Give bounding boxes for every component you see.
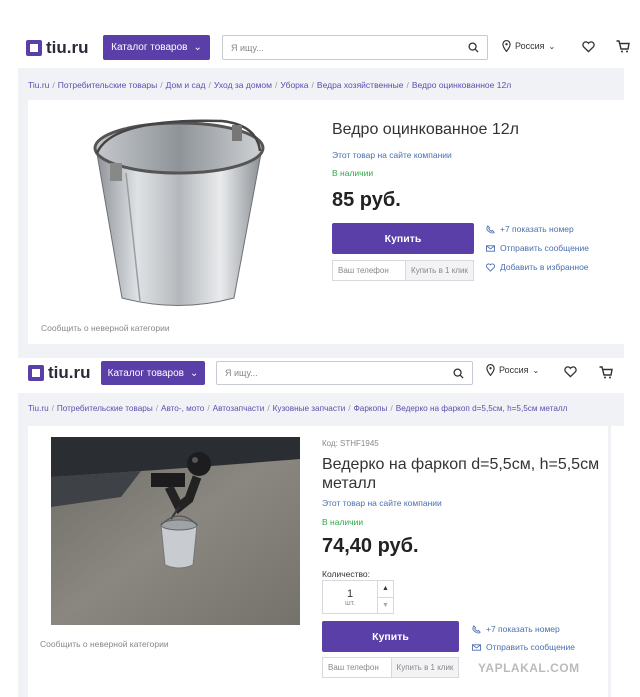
show-phone-link[interactable]: +7 показать номер (472, 624, 560, 634)
catalog-label: Каталог товаров (111, 42, 188, 53)
logo-text: tiu.ru (46, 38, 89, 57)
site-logo[interactable]: tiu.ru (28, 363, 91, 383)
region-selector[interactable]: Россия ⌄ (486, 364, 539, 376)
buy-button[interactable]: Купить (332, 223, 474, 254)
search-placeholder: Я ищу... (231, 42, 264, 53)
quantity-value: 1 (346, 587, 354, 600)
add-to-favorites-link[interactable]: Добавить в избранное (486, 262, 589, 272)
phone-icon (486, 224, 495, 234)
catalog-label: Каталог товаров (107, 367, 184, 379)
breadcrumb-item[interactable]: Tiu.ru (28, 80, 49, 90)
catalog-button[interactable]: Каталог товаров ⌄ (101, 361, 205, 385)
breadcrumb-item[interactable]: Потребительские товары (57, 404, 153, 413)
show-phone-label: +7 показать номер (500, 224, 574, 234)
quantity-field[interactable]: 1 шт. (323, 581, 377, 613)
one-click-button[interactable]: Купить в 1 клик (392, 657, 459, 678)
search-input[interactable]: Я ищу... (216, 361, 473, 385)
chevron-down-icon: ⌄ (548, 41, 556, 51)
region-label: Россия (515, 41, 545, 51)
site-logo[interactable]: tiu.ru (26, 38, 89, 58)
heart-icon (486, 262, 495, 272)
search-input[interactable]: Я ищу... (222, 35, 488, 60)
breadcrumb: Tiu.ru / Потребительские товары / Авто-, мот… (28, 404, 568, 413)
send-message-link[interactable]: Отправить сообщение (486, 243, 589, 253)
search-icon[interactable] (453, 367, 464, 379)
product-image[interactable] (51, 437, 300, 625)
stock-status: В наличии (322, 517, 364, 527)
breadcrumb: Tiu.ru / Потребительские товары / Дом и сад /… (28, 80, 512, 90)
logo-text: tiu.ru (48, 363, 91, 382)
breadcrumb-item[interactable]: Tiu.ru (28, 404, 49, 413)
breadcrumb-item[interactable]: Кузовные запчасти (273, 404, 346, 413)
product-image[interactable] (82, 113, 272, 308)
breadcrumb-item[interactable]: Ведро оцинкованное 12л (412, 80, 511, 90)
product-title-line: металл (322, 475, 377, 492)
breadcrumb-item[interactable]: Авто-, мото (161, 404, 204, 413)
product-price: 85 руб. (332, 189, 401, 211)
breadcrumb-item[interactable]: Уход за домом (214, 80, 272, 90)
logo-icon (28, 365, 44, 381)
company-link[interactable]: Этот товар на сайте компании (322, 498, 442, 508)
send-message-label: Отправить сообщение (486, 642, 575, 652)
breadcrumb-item[interactable]: Дом и сад (166, 80, 206, 90)
quick-order: Ваш телефон Купить в 1 клик (322, 657, 459, 678)
report-category-link[interactable]: Сообщить о неверной категории (40, 639, 169, 649)
cart-icon[interactable] (599, 366, 613, 379)
breadcrumb-item[interactable]: Потребительские товары (58, 80, 157, 90)
breadcrumb-item[interactable]: Уборка (280, 80, 308, 90)
chevron-down-icon: ⌄ (189, 367, 199, 379)
product-title: Ведро оцинкованное 12л (332, 121, 519, 138)
heart-icon[interactable] (582, 41, 595, 53)
product-title-line: Ведерко на фаркоп d=5,5см, h=5,5см (322, 456, 600, 473)
location-pin-icon (502, 40, 511, 52)
one-click-button[interactable]: Купить в 1 клик (406, 260, 474, 281)
chevron-down-icon: ⌄ (532, 365, 540, 375)
buy-button[interactable]: Купить (322, 621, 459, 652)
report-category-link[interactable]: Сообщить о неверной категории (41, 323, 170, 333)
region-label: Россия (499, 365, 529, 375)
chevron-down-icon: ⌄ (193, 42, 202, 53)
send-message-link[interactable]: Отправить сообщение (472, 642, 575, 652)
product-price: 74,40 руб. (322, 535, 419, 557)
cart-icon[interactable] (616, 40, 630, 53)
watermark: YAPLAKAL.COM (478, 661, 580, 675)
phone-input[interactable]: Ваш телефон (332, 260, 406, 281)
quantity-stepper[interactable]: 1 шт. ▲ ▼ (322, 580, 394, 614)
add-to-favorites-label: Добавить в избранное (500, 262, 589, 272)
phone-icon (472, 624, 481, 634)
show-phone-link[interactable]: +7 показать номер (486, 224, 574, 234)
show-phone-label: +7 показать номер (486, 624, 560, 634)
quantity-increment-icon[interactable]: ▲ (378, 581, 393, 598)
heart-icon[interactable] (564, 366, 577, 378)
quantity-label: Количество: (322, 569, 371, 579)
logo-icon (26, 40, 42, 56)
search-icon[interactable] (468, 42, 479, 53)
catalog-button[interactable]: Каталог товаров ⌄ (103, 35, 210, 60)
location-pin-icon (486, 364, 495, 376)
quick-order: Ваш телефон Купить в 1 клик (332, 260, 474, 281)
quantity-unit: шт. (345, 599, 355, 607)
breadcrumb-item[interactable]: Ведерко на фаркоп d=5,5см, h=5,5см метал… (396, 404, 568, 413)
envelope-icon (486, 244, 495, 252)
stock-status: В наличии (332, 168, 374, 178)
envelope-icon (472, 643, 481, 651)
send-message-label: Отправить сообщение (500, 243, 589, 253)
phone-input[interactable]: Ваш телефон (322, 657, 392, 678)
product-title: Ведерко на фаркоп d=5,5см, h=5,5см метал… (322, 455, 599, 493)
quantity-decrement-icon[interactable]: ▼ (378, 598, 393, 614)
side-panel (611, 426, 624, 697)
region-selector[interactable]: Россия ⌄ (502, 40, 555, 52)
company-link[interactable]: Этот товар на сайте компании (332, 150, 452, 160)
breadcrumb-item[interactable]: Ведра хозяйственные (317, 80, 404, 90)
search-placeholder: Я ищу... (225, 368, 258, 378)
product-code: Код: STHF1945 (322, 439, 379, 448)
breadcrumb-item[interactable]: Автозапчасти (213, 404, 265, 413)
breadcrumb-item[interactable]: Фаркопы (354, 404, 388, 413)
